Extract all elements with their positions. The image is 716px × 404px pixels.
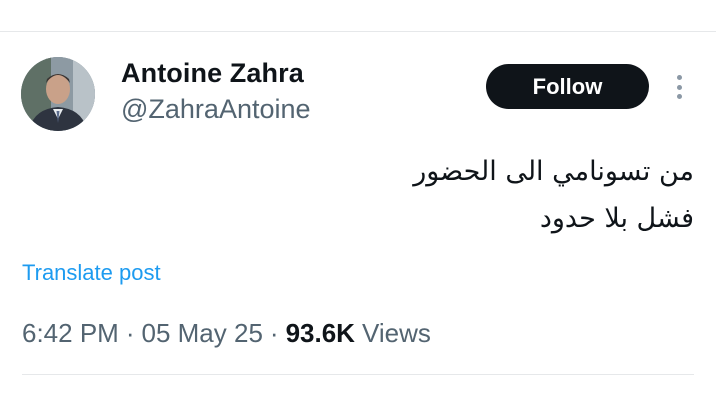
post-text-line: من تسونامي الى الحضور [413, 156, 694, 187]
follow-button[interactable]: Follow [486, 64, 649, 109]
meta-separator: · [125, 318, 135, 348]
post-date[interactable]: 05 May 25 [142, 318, 263, 349]
post-meta: 6:42 PM · 05 May 25 · 93.6K Views [22, 318, 431, 349]
views-count: 93.6K [285, 318, 355, 348]
dot [676, 84, 682, 90]
post-text: من تسونامي الى الحضور فشل بلا حدود [54, 148, 694, 242]
avatar-photo [21, 57, 95, 131]
translate-post-link[interactable]: Translate post [22, 260, 161, 286]
author-handle[interactable]: @ZahraAntoine [121, 94, 311, 125]
top-divider [0, 31, 716, 32]
meta-separator: · [269, 318, 279, 348]
views-label: Views [361, 318, 431, 348]
post-time[interactable]: 6:42 PM [22, 318, 119, 349]
bottom-divider [22, 374, 694, 375]
post-text-line: فشل بلا حدود [539, 203, 694, 234]
avatar[interactable] [21, 57, 95, 131]
more-vertical-icon[interactable] [671, 72, 687, 102]
dot [676, 94, 682, 99]
dot [676, 75, 682, 80]
author-name[interactable]: Antoine Zahra [121, 58, 304, 89]
